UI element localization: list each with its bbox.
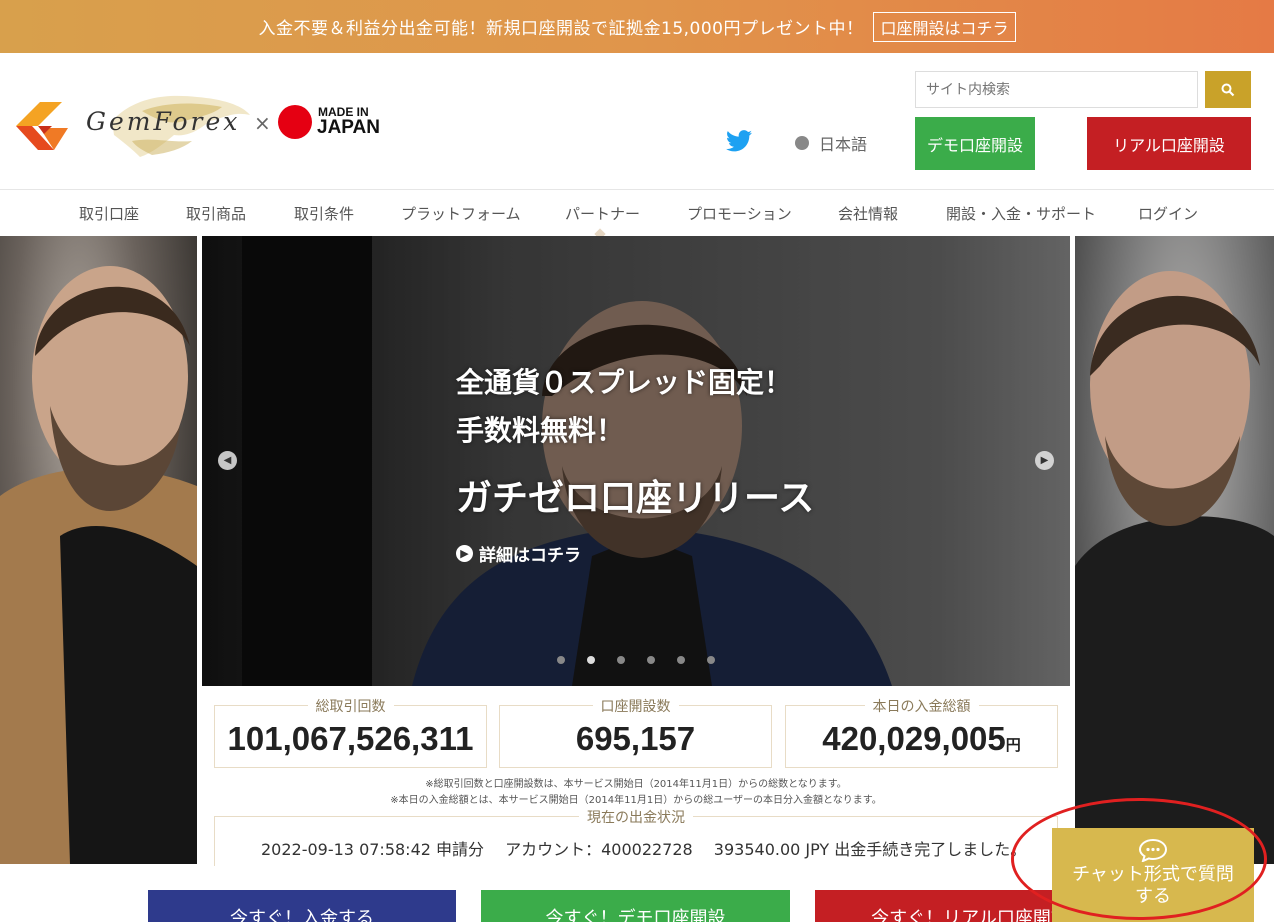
slider-dot-2[interactable] [587,656,595,664]
nav-item-products[interactable]: 取引商品 [186,203,246,224]
slider-dot-4[interactable] [647,656,655,664]
search-button[interactable] [1205,71,1251,108]
logo-times: × [254,111,271,135]
logo-wordmark: GemForex [86,107,241,136]
slider-dot-1[interactable] [557,656,565,664]
slide-details-label: 詳細はコチラ [479,546,581,566]
nav-item-company[interactable]: 会社情報 [838,203,898,224]
demo-account-button[interactable]: デモ口座開設 [915,117,1035,170]
language-label: 日本語 [819,135,868,154]
slider-pagination [557,656,715,664]
promo-text: 入金不要＆利益分出金可能！新規口座開設で証拠金15,000円プレゼント中！ [258,19,864,39]
stat-total-trades-label: 総取引回数 [307,696,394,716]
gemforex-g-logo-icon [16,102,68,150]
slider-dot-6[interactable] [707,656,715,664]
slide-background-photo [202,236,1070,686]
slide-headline-1: 全通貨０スプレッド固定！ [456,366,793,399]
slider-prev-button[interactable]: ◀ [218,451,237,470]
nav-item-platform[interactable]: プラットフォーム [401,203,521,224]
chat-widget-text: チャット形式で質問 する [1052,864,1254,908]
chat-bubble-icon [1138,838,1168,862]
nav-item-promotion[interactable]: プロモーション [687,203,792,224]
japan-flag-icon [278,105,312,139]
chat-widget-button[interactable]: チャット形式で質問 する [1052,828,1254,922]
side-photo-left [0,236,197,864]
hero-slider: 全通貨０スプレッド固定！ 手数料無料！ ガチゼロ口座リリース ▶ 詳細はコチラ … [202,236,1070,686]
slide-headline-2: 手数料無料！ [456,414,625,447]
slide-headline-3: ガチゼロ口座リリース [456,478,815,519]
slider-dot-5[interactable] [677,656,685,664]
side-photo-right [1075,236,1274,864]
stat-total-trades-value: 101,067,526,311 [227,720,474,757]
stats-note-1: ※総取引回数と口座開設数は、本サービス開始日（2014年11月1日）からの総数と… [425,779,847,790]
withdrawal-text: 2022-09-13 07:58:42 申請分 アカウント：400022728 … [261,840,1027,859]
stats-panel: 総取引回数 101,067,526,311 口座開設数 695,157 本日の入… [202,686,1070,866]
chat-widget-line2: する [1135,886,1171,907]
promo-open-account-button[interactable]: 口座開設はコチラ [873,11,1016,42]
demo-now-button[interactable]: 今すぐ！デモ口座開設 [481,890,790,922]
nav-item-conditions[interactable]: 取引条件 [294,203,354,224]
deposit-now-button[interactable]: 今すぐ！入金する [148,890,456,922]
person-photo-right [1075,271,1274,864]
stat-accounts-value: 695,157 [575,720,696,757]
main-nav: 取引口座 取引商品 取引条件 プラットフォーム パートナー プロモーション 会社… [0,190,1274,240]
nav-item-login[interactable]: ログイン [1138,203,1198,224]
nav-item-support[interactable]: 開設・入金・サポート [946,203,1096,224]
stat-deposits-value: 420,029,005 [822,720,1006,757]
site-search [915,71,1251,109]
search-input[interactable] [915,71,1198,108]
chevron-right-icon: ▶ [1040,455,1049,466]
stat-deposits-label: 本日の入金総額 [864,696,979,716]
slider-dot-3[interactable] [617,656,625,664]
stat-deposits-value-wrap: 420,029,005円 [786,720,1057,758]
hero-section: 全通貨０スプレッド固定！ 手数料無料！ ガチゼロ口座リリース ▶ 詳細はコチラ … [0,236,1274,866]
nav-item-trading-accounts[interactable]: 取引口座 [79,203,139,224]
chevron-left-icon: ◀ [223,455,232,466]
stat-total-trades: 総取引回数 101,067,526,311 [214,696,487,768]
twitter-icon[interactable] [726,130,752,152]
promo-banner: 入金不要＆利益分出金可能！新規口座開設で証拠金15,000円プレゼント中！ 口座… [0,0,1274,53]
slider-next-button[interactable]: ▶ [1035,451,1054,470]
stat-deposits: 本日の入金総額 420,029,005円 [785,696,1058,768]
arrow-right-circle-icon: ▶ [456,545,473,562]
real-account-button[interactable]: リアル口座開設 [1087,117,1251,170]
language-selector[interactable]: 日本語 [795,131,867,155]
slide-details-link[interactable]: ▶ 詳細はコチラ [456,541,581,566]
globe-icon [795,136,809,150]
withdrawal-status: 現在の出金状況 2022-09-13 07:58:42 申請分 アカウント：40… [214,807,1058,866]
nav-item-partner[interactable]: パートナー [565,203,640,224]
stat-accounts-label: 口座開設数 [592,696,679,716]
withdrawal-label: 現在の出金状況 [579,807,693,827]
stat-accounts: 口座開設数 695,157 [499,696,772,768]
site-logo[interactable]: GemForex × MADE IN JAPAN [10,93,390,165]
search-icon [1221,83,1235,96]
stats-note-2: ※本日の入金総額とは、本サービス開始日（2014年11月1日）からの総ユーザーの… [390,795,882,806]
site-header: GemForex × MADE IN JAPAN 日本語 デモ口座開設 リアル口… [0,53,1274,190]
person-photo-left [0,266,197,864]
stat-deposits-unit: 円 [1005,737,1021,754]
chat-widget-line1: チャット形式で質問 [1072,864,1234,885]
japan-label: JAPAN [317,117,380,138]
